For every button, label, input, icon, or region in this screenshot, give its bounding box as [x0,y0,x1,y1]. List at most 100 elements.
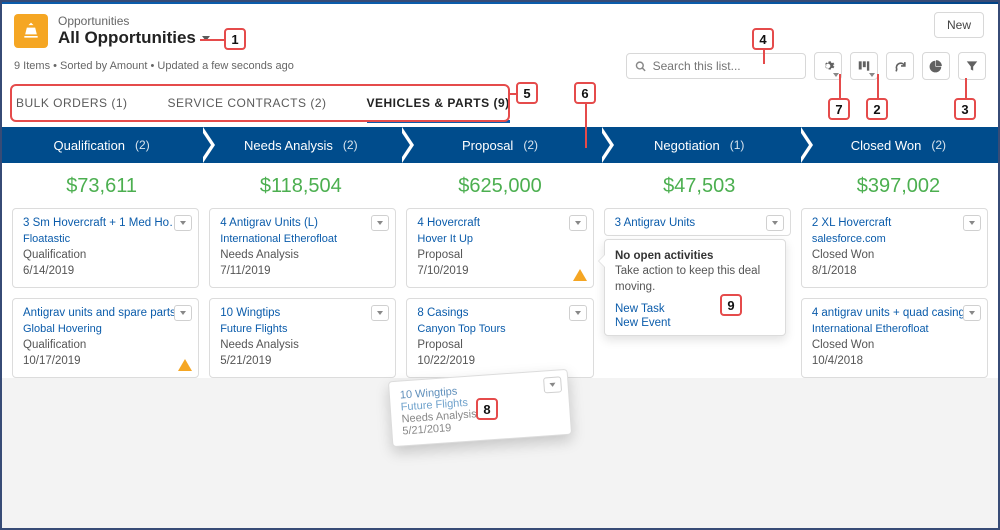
tab-vehicles-parts[interactable]: VEHICLES & PARTS (9) [367,86,510,123]
account-link[interactable]: International Etherofloat [812,323,977,335]
card-menu-button[interactable] [543,376,562,393]
chevron-down-icon [180,221,186,225]
chevron-down-icon [377,221,383,225]
card-close-date: 7/11/2019 [220,265,385,277]
chevron-down-icon [575,311,581,315]
new-button[interactable]: New [934,12,984,38]
annotation-8: 8 [476,398,498,420]
activity-popover: No open activities Take action to keep t… [604,239,786,336]
tab-service-contracts[interactable]: SERVICE CONTRACTS (2) [168,86,327,123]
opportunity-card[interactable]: 8 Casings Canyon Top Tours Proposal 10/2… [406,298,593,378]
opportunity-name-link[interactable]: Antigrav units and spare parts [23,307,188,319]
card-stage-text: Needs Analysis [220,339,385,351]
opportunity-card[interactable]: 3 Sm Hovercraft + 1 Med Ho… Floatastic Q… [12,208,199,288]
new-task-link[interactable]: New Task [615,303,775,315]
opportunity-name-link[interactable]: 10 Wingtips [220,307,385,319]
account-link[interactable]: Floatastic [23,233,188,245]
list-view-name: All Opportunities [58,28,196,48]
stage-proposal[interactable]: Proposal(2) [400,127,599,163]
opportunity-name-link[interactable]: 3 Antigrav Units [615,217,780,229]
card-menu-button[interactable] [963,305,981,321]
stage-totals-row: $73,611 $118,504 $625,000 $47,503 $397,0… [2,163,998,208]
stage-qualification[interactable]: Qualification(2) [2,127,201,163]
account-link[interactable]: Global Hovering [23,323,188,335]
opportunity-name-link[interactable]: 4 Antigrav Units (L) [220,217,385,229]
opportunity-name-link[interactable]: 8 Casings [417,307,582,319]
chevron-down-icon [549,383,555,387]
total-needs-analysis: $118,504 [201,163,400,208]
opportunity-name-link[interactable]: 4 antigrav units + quad casing [812,307,977,319]
column-closed-won: 2 XL Hovercraft salesforce.com Closed Wo… [801,208,988,378]
tab-bulk-orders[interactable]: BULK ORDERS (1) [16,86,128,123]
opportunity-card[interactable]: 4 Antigrav Units (L) International Ether… [209,208,396,288]
card-stage-text: Qualification [23,339,188,351]
opportunity-name-link[interactable]: 4 Hovercraft [417,217,582,229]
new-event-link[interactable]: New Event [615,317,775,329]
chevron-down-icon [377,311,383,315]
card-menu-button[interactable] [569,305,587,321]
opportunity-card[interactable]: 2 XL Hovercraft salesforce.com Closed Wo… [801,208,988,288]
card-menu-button[interactable] [569,215,587,231]
refresh-icon [894,60,907,73]
total-proposal: $625,000 [400,163,599,208]
opportunity-object-icon [14,14,48,48]
card-close-date: 10/4/2018 [812,355,977,367]
card-menu-button[interactable] [963,215,981,231]
opportunity-card[interactable]: Antigrav units and spare parts Global Ho… [12,298,199,378]
column-needs-analysis: 4 Antigrav Units (L) International Ether… [209,208,396,378]
opportunity-card[interactable]: 4 antigrav units + quad casing Internati… [801,298,988,378]
column-qualification: 3 Sm Hovercraft + 1 Med Ho… Floatastic Q… [12,208,199,378]
opportunity-card[interactable]: 3 Antigrav Units [604,208,791,236]
card-menu-button[interactable] [174,305,192,321]
list-subheader: 9 Items • Sorted by Amount • Updated a f… [2,52,998,86]
search-icon [635,60,647,73]
card-menu-button[interactable] [766,215,784,231]
chart-button[interactable] [922,52,950,80]
kanban-columns: 3 Sm Hovercraft + 1 Med Ho… Floatastic Q… [2,208,998,378]
filter-button[interactable] [958,52,986,80]
list-info-text: 9 Items • Sorted by Amount • Updated a f… [14,60,294,72]
opportunity-name-link[interactable]: 3 Sm Hovercraft + 1 Med Ho… [23,217,188,229]
refresh-button[interactable] [886,52,914,80]
warning-icon [573,269,587,281]
opportunity-card[interactable]: 10 Wingtips Future Flights Needs Analysi… [209,298,396,378]
card-menu-button[interactable] [174,215,192,231]
pie-chart-icon [929,59,943,73]
annotation-1: 1 [224,28,246,50]
stage-needs-analysis[interactable]: Needs Analysis(2) [201,127,400,163]
total-closed-won: $397,002 [799,163,998,208]
card-close-date: 6/14/2019 [23,265,188,277]
opportunity-name-link[interactable]: 2 XL Hovercraft [812,217,977,229]
account-link[interactable]: International Etherofloat [220,233,385,245]
chevron-down-icon [969,221,975,225]
list-view-controls-button[interactable] [814,52,842,80]
annotation-9: 9 [720,294,742,316]
list-view-selector[interactable]: All Opportunities [58,28,210,48]
object-label: Opportunities [58,14,210,28]
search-input-container [626,53,806,79]
display-as-button[interactable] [850,52,878,80]
card-close-date: 8/1/2018 [812,265,977,277]
total-qualification: $73,611 [2,163,201,208]
stage-negotiation[interactable]: Negotiation(1) [600,127,799,163]
card-stage-text: Closed Won [812,339,977,351]
warning-icon [178,359,192,371]
page-header: Opportunities All Opportunities New [2,4,998,52]
chevron-down-icon [772,221,778,225]
card-stage-text: Qualification [23,249,188,261]
kanban-display-icon [857,59,871,73]
opportunity-card[interactable]: 4 Hovercraft Hover It Up Proposal 7/10/2… [406,208,593,288]
account-link[interactable]: Hover It Up [417,233,582,245]
annotation-3: 3 [954,98,976,120]
annotation-6: 6 [574,82,596,104]
card-stage-text: Proposal [417,339,582,351]
card-menu-button[interactable] [371,305,389,321]
funnel-icon [965,59,979,73]
card-menu-button[interactable] [371,215,389,231]
stage-closed-won[interactable]: Closed Won(2) [799,127,998,163]
account-link[interactable]: salesforce.com [812,233,977,245]
total-negotiation: $47,503 [600,163,799,208]
account-link[interactable]: Canyon Top Tours [417,323,582,335]
search-input[interactable] [653,59,797,73]
account-link[interactable]: Future Flights [220,323,385,335]
